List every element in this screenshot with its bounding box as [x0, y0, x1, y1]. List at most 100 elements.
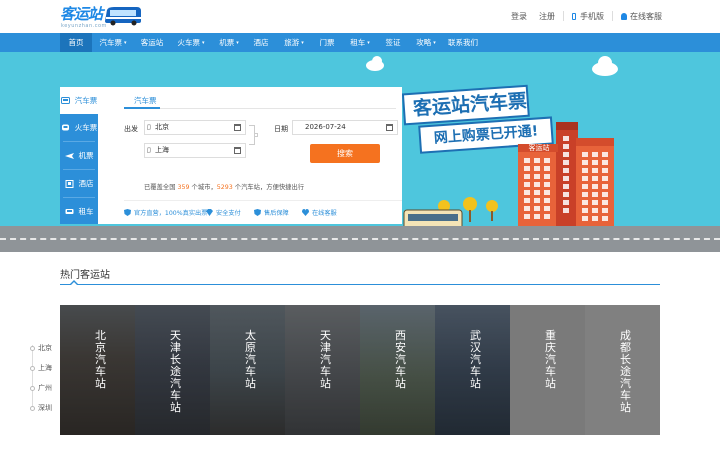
station-name: 天津汽车站: [320, 329, 331, 390]
nav-item[interactable]: 火车票 ▾: [170, 33, 212, 52]
nav-item-label: 客运站: [140, 38, 164, 47]
guarantee-label: 官方直营，100%真实出票: [134, 210, 208, 217]
nav-item-label: 联系我们: [448, 38, 478, 47]
city-label: 广州: [38, 384, 52, 392]
subtab-bus[interactable]: 汽车票: [134, 95, 157, 106]
station-name: 武汉汽车站: [470, 329, 481, 390]
nav-item[interactable]: 首页: [60, 33, 92, 52]
nav-item[interactable]: 租车 ▾: [342, 33, 378, 52]
city-label: 深圳: [38, 404, 52, 412]
stats-prefix: 已覆盖全国: [144, 184, 176, 191]
nav-item-label: 机票: [219, 38, 235, 47]
logo-text: 客运站: [60, 5, 103, 23]
to-city-field[interactable]: 上海: [144, 143, 246, 158]
station-name: 天津长途汽车站: [170, 329, 181, 414]
stats-cities: 359: [177, 184, 190, 191]
main-nav: 首页 汽车票 ▾ 客运站 火车票 ▾ 机票 ▾ 酒店 旅游 ▾ 门票 租车 ▾ 签证 攻略 ▾ 联系我们: [0, 33, 720, 52]
station-card[interactable]: 成都长途汽车站: [585, 305, 660, 435]
city-item[interactable]: 广州: [30, 383, 52, 393]
nav-item[interactable]: 客运站: [134, 33, 170, 52]
city-label: 北京: [38, 344, 52, 352]
tab-flight[interactable]: 机票: [60, 142, 98, 169]
nav-item[interactable]: 机票 ▾: [212, 33, 246, 52]
bus-icon: [60, 96, 70, 104]
guarantee-label: 安全支付: [216, 210, 241, 217]
tab-bus[interactable]: 汽车票: [60, 87, 98, 114]
station-name: 北京汽车站: [95, 329, 106, 390]
from-city-field[interactable]: 北京: [144, 120, 246, 135]
section-title: 热门客运站: [60, 270, 110, 281]
guarantee-aftersale: 售后保障: [254, 208, 289, 217]
calendar-icon: [234, 124, 241, 131]
shield-icon: [254, 209, 261, 216]
station-card[interactable]: 武汉汽车站: [435, 305, 510, 435]
station-card[interactable]: 天津长途汽车站: [135, 305, 210, 435]
station-name: 西安汽车站: [395, 329, 406, 390]
nav-item[interactable]: 联系我们: [444, 33, 482, 52]
bus-logo-icon: [105, 7, 141, 26]
service-icon: [621, 12, 627, 20]
service-link-label: 在线客服: [630, 11, 662, 21]
tab-train[interactable]: 火车票: [60, 114, 98, 141]
location-icon: [147, 124, 151, 130]
phone-icon: [572, 12, 576, 20]
nav-items: 首页 汽车票 ▾ 客运站 火车票 ▾ 机票 ▾ 酒店 旅游 ▾ 门票 租车 ▾ 签证 攻略 ▾ 联系我们: [60, 33, 482, 52]
tab-label: 机票: [78, 151, 94, 160]
guarantee-label: 售后保障: [264, 210, 289, 217]
guarantee-service: 在线客服: [302, 208, 337, 217]
city-label: 上海: [38, 364, 52, 372]
tab-car[interactable]: 租车: [60, 198, 98, 225]
nav-item-label: 租车: [350, 38, 366, 47]
guarantee-official: 官方直营，100%真实出票: [124, 208, 207, 217]
tab-label: 汽车票: [74, 96, 98, 105]
station-card[interactable]: 太原汽车站: [210, 305, 285, 435]
hotel-icon: [65, 179, 73, 188]
nav-item[interactable]: 汽车票 ▾: [92, 33, 134, 52]
date-field[interactable]: 2026-07-24: [292, 120, 398, 135]
city-item[interactable]: 深圳: [30, 403, 52, 413]
nav-item[interactable]: 门票: [312, 33, 342, 52]
station-card[interactable]: 北京汽车站: [60, 305, 135, 435]
station-name: 成都长途汽车站: [620, 329, 631, 414]
site-logo[interactable]: 客运站 keyunzhan.com: [60, 4, 142, 32]
ticket-search-panel: 汽车票 火车票 机票 酒店 租车 汽车票 出发 北京 上海 日期 2026-07…: [60, 87, 402, 224]
search-button[interactable]: 搜索: [310, 144, 380, 163]
chevron-down-icon: ▾: [301, 40, 304, 46]
to-city-value: 上海: [155, 146, 169, 154]
nav-item[interactable]: 攻略 ▾: [408, 33, 444, 52]
station-card[interactable]: 重庆汽车站: [510, 305, 585, 435]
guarantee-payment: 安全支付: [206, 208, 241, 217]
date-label: 日期: [274, 125, 288, 133]
tab-label: 酒店: [78, 179, 94, 188]
mobile-link[interactable]: 手机版: [572, 11, 604, 22]
chevron-down-icon: ▾: [123, 40, 127, 46]
swap-cities-button[interactable]: [254, 133, 258, 137]
chevron-down-icon: ▾: [367, 40, 370, 46]
city-item[interactable]: 北京: [30, 343, 52, 353]
logo-subtitle: keyunzhan.com: [61, 23, 107, 29]
guarantee-label: 在线客服: [312, 210, 337, 217]
login-link[interactable]: 登录: [511, 11, 527, 22]
chevron-down-icon: ▾: [201, 40, 205, 46]
nav-item[interactable]: 签证: [378, 33, 408, 52]
stats-middle: 个城市，: [191, 184, 217, 191]
tab-hotel[interactable]: 酒店: [60, 170, 98, 197]
station-card[interactable]: 西安汽车站: [360, 305, 435, 435]
coverage-stats: 已覆盖全国 359 个城市，5293 个汽车站，方便快捷出行: [144, 182, 304, 191]
nav-item-label: 首页: [68, 38, 84, 47]
nav-item-label: 签证: [385, 38, 401, 47]
from-city-value: 北京: [155, 123, 169, 131]
from-label: 出发: [124, 125, 138, 133]
tab-label: 租车: [78, 207, 94, 216]
nav-item[interactable]: 旅游 ▾: [276, 33, 312, 52]
city-item[interactable]: 上海: [30, 363, 52, 373]
register-link[interactable]: 注册: [539, 11, 555, 22]
location-icon: [147, 147, 151, 153]
service-link[interactable]: 在线客服: [621, 11, 662, 22]
chevron-down-icon: ▾: [236, 40, 239, 46]
header: 客运站 keyunzhan.com 登录 注册 手机版 在线客服: [0, 0, 720, 33]
nav-item[interactable]: 酒店: [246, 33, 276, 52]
date-value: 2026-07-24: [305, 123, 346, 131]
nav-item-label: 火车票: [177, 38, 200, 47]
station-card[interactable]: 天津汽车站: [285, 305, 360, 435]
